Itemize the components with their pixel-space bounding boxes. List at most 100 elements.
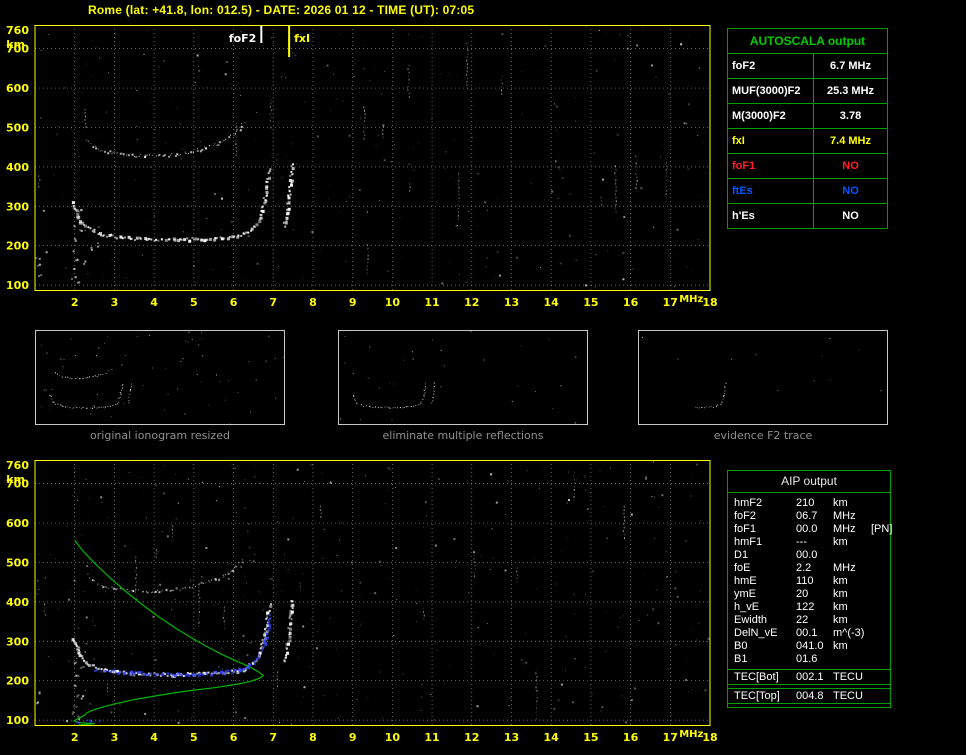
param-unit: km: [833, 640, 848, 652]
svg-text:km: km: [6, 473, 25, 486]
param-name: foE: [734, 562, 751, 574]
param-value: 110: [796, 575, 814, 587]
svg-text:760: 760: [6, 25, 29, 37]
param-name: foF2: [734, 510, 757, 522]
svg-text:400: 400: [6, 596, 29, 609]
aip-row: foF2 06.7 MHz: [728, 510, 890, 523]
table-row: foF1 NO: [727, 153, 888, 179]
svg-text:11: 11: [424, 296, 439, 309]
svg-text:17: 17: [663, 296, 678, 309]
svg-text:18: 18: [702, 731, 717, 744]
thumbnail-caption: eliminate multiple reflections: [382, 429, 544, 442]
svg-text:8: 8: [309, 296, 317, 309]
param-unit: [833, 653, 871, 666]
param-value: 25.3 MHz: [813, 78, 888, 104]
svg-text:100: 100: [6, 714, 29, 727]
table-row: MUF(3000)F2 25.3 MHz: [727, 78, 888, 104]
param-value: 20: [796, 588, 809, 600]
aip-title: AIP output: [728, 471, 890, 493]
svg-text:3: 3: [111, 731, 119, 744]
svg-text:100: 100: [6, 279, 29, 292]
table-row: M(3000)F2 3.78: [727, 103, 888, 129]
table-row: foF2 6.7 MHz: [727, 53, 888, 79]
param-value: 01.6: [796, 653, 818, 665]
param-name: foF1: [734, 523, 757, 535]
param-value: 00.1: [796, 627, 818, 639]
page-title: Rome (lat: +41.8, lon: 012.5) - DATE: 20…: [88, 3, 475, 17]
param-unit: MHz: [833, 510, 856, 522]
autoscala-table: AUTOSCALA output foF2 6.7 MHz MUF(3000)F…: [727, 28, 888, 229]
svg-text:300: 300: [6, 200, 29, 213]
param-note: [871, 510, 890, 523]
param-name: DelN_vE: [734, 627, 778, 639]
svg-text:12: 12: [464, 731, 479, 744]
svg-text:14: 14: [544, 731, 560, 744]
svg-text:10: 10: [385, 296, 401, 309]
thumbnail-eliminate-reflections: eliminate multiple reflections: [338, 330, 588, 442]
param-label: MUF(3000)F2: [727, 78, 814, 104]
param-value: NO: [813, 178, 888, 204]
param-unit: km: [833, 588, 848, 600]
param-note: [871, 549, 890, 562]
svg-text:600: 600: [6, 517, 29, 530]
param-note: [871, 562, 890, 575]
param-unit: m^(-3): [833, 627, 865, 639]
param-label: M(3000)F2: [727, 103, 814, 129]
param-value: 004.8: [796, 690, 824, 702]
param-name: B0: [734, 640, 748, 652]
param-name: h_vE: [734, 601, 760, 613]
thumbnail-original-ionogram: original ionogram resized: [35, 330, 285, 442]
param-unit: km: [833, 536, 848, 548]
param-value: 7.4 MHz: [813, 128, 888, 154]
param-label: ftEs: [727, 178, 814, 204]
ionogram-plot-autoscala: 2 3 4 5 6 7 8 9 10 11 12 13 14 15 16 17 18MHz 100 200 300 40…: [6, 25, 718, 309]
svg-text:18: 18: [702, 296, 717, 309]
param-label: fxI: [727, 128, 814, 154]
thumbnail-image: [338, 330, 588, 425]
table-row: fxI 7.4 MHz: [727, 128, 888, 154]
param-value: 06.7: [796, 510, 818, 522]
param-name: Ewidth: [734, 614, 768, 626]
param-value: ---: [796, 536, 807, 548]
param-value: 3.78: [813, 103, 888, 129]
aip-row: hmF1 --- km: [728, 536, 890, 549]
svg-text:500: 500: [6, 121, 29, 134]
param-note: [871, 497, 890, 510]
param-unit: MHz: [833, 523, 856, 535]
param-note: [871, 601, 890, 614]
svg-text:200: 200: [6, 240, 29, 253]
param-value: NO: [813, 203, 888, 229]
param-note: [871, 690, 890, 703]
aip-row: B0 041.0 km: [728, 640, 890, 653]
svg-text:600: 600: [6, 82, 29, 95]
param-value: 2.2: [796, 562, 812, 574]
aip-row: DelN_vE 00.1 m^(-3): [728, 627, 890, 640]
aip-row: B1 01.6: [728, 653, 890, 666]
svg-text:13: 13: [504, 731, 519, 744]
param-note: [871, 614, 890, 627]
svg-text:400: 400: [6, 161, 29, 174]
param-name: B1: [734, 653, 748, 665]
param-note: [871, 627, 890, 640]
svg-text:2: 2: [71, 296, 79, 309]
aip-row: h_vE 122 km: [728, 601, 890, 614]
svg-text:7: 7: [269, 731, 277, 744]
autoscala-title: AUTOSCALA output: [727, 28, 888, 54]
param-label: foF2: [727, 53, 814, 79]
param-unit: km: [833, 497, 848, 509]
svg-text:6: 6: [230, 296, 238, 309]
svg-text:15: 15: [583, 296, 598, 309]
param-name: D1: [734, 549, 749, 561]
param-name: hmE: [734, 575, 757, 587]
param-value: 210: [796, 497, 815, 509]
svg-text:760: 760: [6, 460, 29, 472]
svg-text:11: 11: [424, 731, 439, 744]
svg-text:15: 15: [583, 731, 598, 744]
svg-text:foF2: foF2: [229, 32, 257, 45]
param-name: TEC[Bot]: [734, 671, 779, 683]
svg-text:12: 12: [464, 296, 479, 309]
param-value: 22: [796, 614, 809, 626]
param-value: 122: [796, 601, 815, 613]
param-value: 002.1: [796, 671, 824, 683]
svg-text:MHz: MHz: [679, 294, 703, 305]
